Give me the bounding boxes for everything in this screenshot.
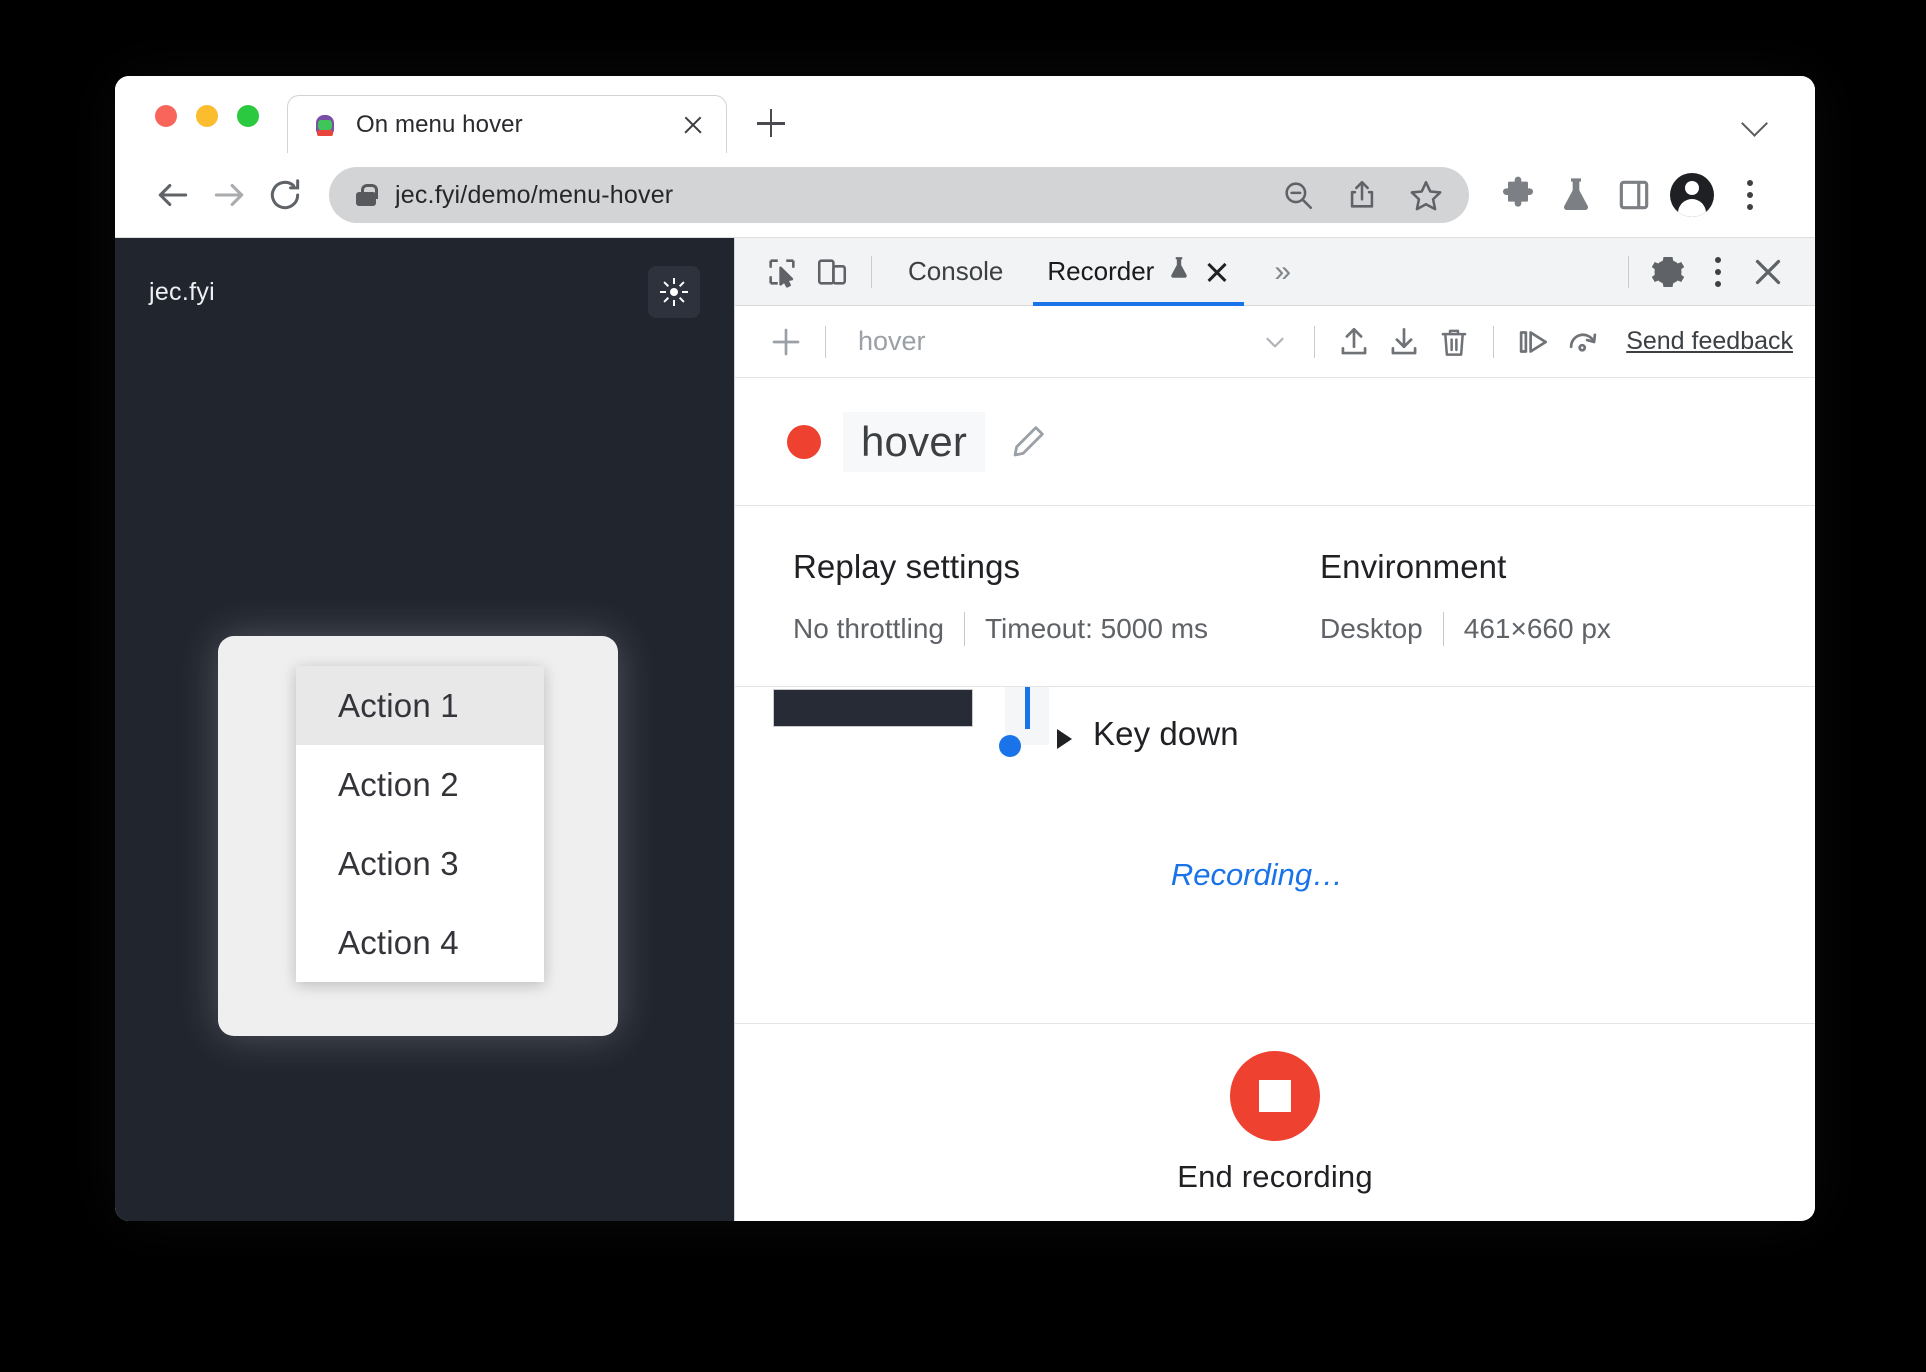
profile-avatar[interactable] (1663, 166, 1721, 224)
close-devtools-icon[interactable] (1743, 247, 1793, 297)
close-recorder-tab-icon[interactable] (1204, 259, 1230, 285)
browser-window: On menu hover jec.fyi/demo/menu-hover je… (115, 76, 1815, 1221)
steps-list: Key down Recording… (735, 687, 1815, 1023)
device-toolbar-icon[interactable] (807, 247, 857, 297)
tab-recorder-label: Recorder (1047, 256, 1155, 286)
page-header: jec.fyi (115, 238, 734, 318)
replay-settings-group: Replay settings No throttling Timeout: 5… (735, 548, 1208, 646)
performance-replay-icon[interactable] (1558, 317, 1608, 367)
menu-item-action-2[interactable]: Action 2 (296, 745, 544, 824)
menu-item-action-4[interactable]: Action 4 (296, 903, 544, 982)
divider (1442, 612, 1444, 646)
recorder-toolbar: hover Send feedback (735, 306, 1815, 378)
screenshot-stage: On menu hover jec.fyi/demo/menu-hover je… (0, 0, 1926, 1372)
tab-recorder[interactable]: Recorder (1025, 238, 1252, 306)
page-viewport: jec.fyi Hover me! Action 1 Ac (115, 238, 734, 1221)
recording-title-row: hover (735, 378, 1815, 506)
send-feedback-link[interactable]: Send feedback (1626, 327, 1793, 356)
viewport-value: 461×660 px (1463, 613, 1611, 644)
tab-title: On menu hover (356, 110, 523, 138)
minimize-window-button[interactable] (196, 105, 218, 127)
recording-status-dot (787, 424, 821, 459)
star-icon[interactable] (1403, 172, 1449, 218)
address-bar[interactable]: jec.fyi/demo/menu-hover (329, 167, 1469, 223)
dropdown-menu: Action 1 Action 2 Action 3 Action 4 (296, 666, 544, 982)
side-panel-icon[interactable] (1605, 166, 1663, 224)
three-dot-menu-icon[interactable] (1721, 166, 1779, 224)
environment-group: Environment Desktop 461×660 px (1208, 548, 1611, 646)
zoom-out-icon[interactable] (1275, 172, 1321, 218)
chevron-down-icon[interactable] (1737, 103, 1773, 139)
window-traffic-lights (115, 105, 259, 153)
sun-icon (659, 277, 689, 307)
browser-tab[interactable]: On menu hover (287, 95, 727, 153)
divider-before-export (1314, 325, 1316, 358)
divider-after-add (825, 325, 826, 358)
pencil-icon[interactable] (1007, 421, 1049, 463)
maximize-window-button[interactable] (237, 105, 259, 127)
export-icon[interactable] (1329, 317, 1379, 367)
stop-recording-button[interactable] (1230, 1050, 1320, 1141)
gear-icon[interactable] (1643, 247, 1693, 297)
browser-toolbar: jec.fyi/demo/menu-hover (115, 153, 1815, 238)
replay-settings-values: No throttling Timeout: 5000 ms (793, 612, 1208, 646)
forward-arrow-icon[interactable] (201, 167, 257, 223)
site-brand: jec.fyi (149, 277, 216, 306)
back-arrow-icon[interactable] (145, 167, 201, 223)
lock-icon (355, 182, 378, 208)
url-text[interactable]: jec.fyi/demo/menu-hover (395, 181, 1257, 210)
recording-selector-label[interactable]: hover (840, 326, 1250, 357)
replay-settings-heading: Replay settings (793, 548, 1021, 585)
step-screenshot-thumbnail (773, 689, 973, 727)
menu-item-action-3[interactable]: Action 3 (296, 824, 544, 903)
environment-values: Desktop 461×660 px (1320, 612, 1611, 646)
stop-square-icon (1259, 1079, 1291, 1112)
devtools-more-icon[interactable] (1693, 247, 1743, 297)
flask-icon[interactable] (1547, 166, 1605, 224)
settings-row: Replay settings No throttling Timeout: 5… (735, 506, 1815, 687)
environment-heading: Environment (1320, 548, 1507, 585)
step-row[interactable]: Key down (735, 687, 1815, 787)
inspect-cursor-icon[interactable] (757, 247, 807, 297)
caret-right-icon[interactable] (1057, 729, 1072, 749)
hover-menu-card: Action 1 Action 2 Action 3 Action 4 (218, 636, 618, 1036)
devtools-tabbar: Console Recorder » (735, 238, 1815, 306)
more-tabs-button[interactable]: » (1252, 238, 1313, 306)
end-recording-label: End recording (1177, 1158, 1373, 1194)
device-value: Desktop (1320, 613, 1423, 644)
browser-content: jec.fyi Hover me! Action 1 Ac (115, 238, 1815, 1221)
end-recording-bar: End recording (735, 1023, 1815, 1221)
recording-title[interactable]: hover (843, 411, 986, 472)
add-recording-icon[interactable] (761, 317, 811, 367)
replay-icon[interactable] (1508, 317, 1558, 367)
step-timeline-dot (999, 735, 1021, 757)
tab-console[interactable]: Console (886, 238, 1025, 306)
import-icon[interactable] (1379, 317, 1429, 367)
devtools-panel: Console Recorder » hover Send feedback h… (734, 238, 1815, 1221)
close-tab-icon[interactable] (678, 110, 708, 140)
chevron-down-icon[interactable] (1250, 317, 1300, 367)
flask-icon (1166, 255, 1192, 288)
divider-right (1628, 255, 1629, 288)
close-window-button[interactable] (155, 105, 177, 127)
divider (963, 612, 965, 646)
reload-icon[interactable] (257, 167, 313, 223)
divider (871, 255, 872, 288)
throttling-value[interactable]: No throttling (793, 613, 944, 645)
timeout-value[interactable]: Timeout: 5000 ms (985, 613, 1208, 645)
tab-strip: On menu hover (115, 76, 1815, 153)
menu-item-action-1[interactable]: Action 1 (296, 666, 544, 745)
step-label: Key down (1093, 715, 1239, 752)
tab-console-label: Console (908, 256, 1004, 286)
dino-favicon (312, 112, 338, 138)
more-tabs-label: » (1274, 254, 1292, 288)
recording-status-note: Recording… (1170, 857, 1344, 892)
theme-toggle-button[interactable] (648, 266, 700, 318)
delete-icon[interactable] (1429, 317, 1479, 367)
puzzle-icon[interactable] (1489, 166, 1547, 224)
divider-before-replay (1493, 325, 1495, 358)
new-tab-button[interactable] (749, 101, 793, 145)
share-icon[interactable] (1339, 172, 1385, 218)
